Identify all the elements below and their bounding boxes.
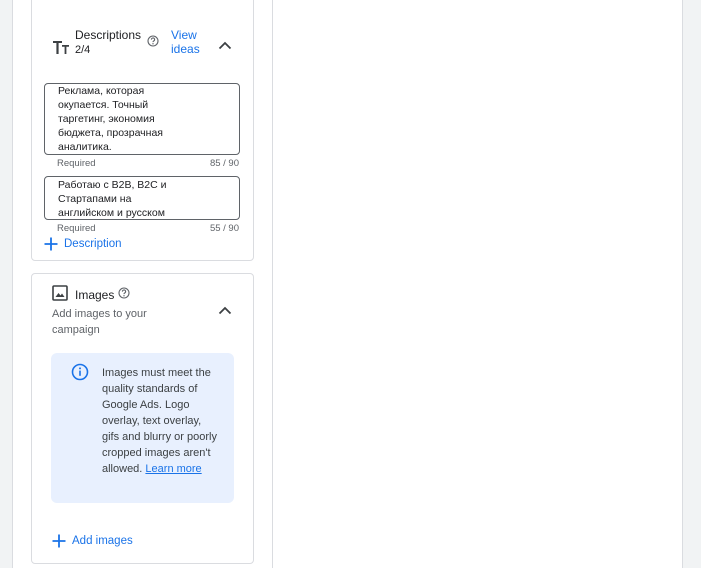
chevron-up-icon[interactable] [218,41,232,50]
images-card: Images Add images to your campaign Image… [31,273,254,564]
view-ideas-link[interactable]: View ideas [171,28,211,56]
plus-icon [44,237,58,251]
description-2-input[interactable]: Работаю с B2B, B2C и Стартапами на англи… [44,176,240,220]
description-2-value: Работаю с B2B, B2C и Стартапами на англи… [58,179,167,219]
descriptions-card: Descriptions 2/4 View ideas Реклама, кот… [31,0,254,261]
add-images-button[interactable]: Add images [52,533,133,549]
images-title: Images [75,288,115,302]
description-1-input[interactable]: Реклама, которая окупается. Точный тарге… [44,83,240,155]
learn-more-link[interactable]: Learn more [145,463,201,475]
description-2-helper: Required [57,223,96,234]
info-icon [71,363,89,381]
help-circle-icon[interactable] [118,287,130,299]
text-format-icon [53,41,69,54]
description-1-value: Реклама, которая окупается. Точный тарге… [58,85,163,153]
add-description-button[interactable]: Description [44,236,122,252]
preview-panel [272,0,683,568]
plus-icon [52,534,66,548]
chevron-up-icon[interactable] [218,306,232,315]
notice-text: Images must meet the quality standards o… [102,365,220,477]
descriptions-count: 2/4 [75,44,91,56]
left-column: Descriptions 2/4 View ideas Реклама, кот… [12,0,272,568]
description-2-counter: 55 / 90 [209,223,239,234]
notice-body: Images must meet the quality standards o… [102,367,217,475]
description-1-counter: 85 / 90 [209,158,239,169]
description-1-helper: Required [57,158,96,169]
descriptions-title: Descriptions [75,28,142,42]
image-icon [52,285,68,301]
help-circle-icon[interactable] [147,35,159,47]
add-description-label: Description [64,238,122,250]
add-images-label: Add images [72,535,133,547]
images-subtitle: Add images to your campaign [52,308,147,336]
image-quality-notice: Images must meet the quality standards o… [51,353,234,503]
